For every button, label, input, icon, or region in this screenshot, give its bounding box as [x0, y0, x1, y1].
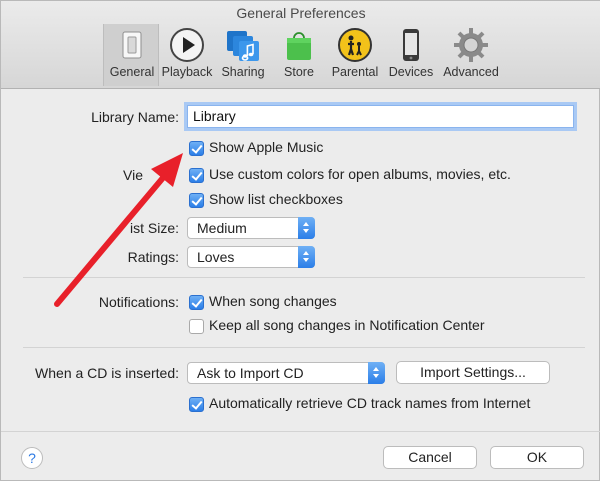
- preferences-toolbar: General Playback Sharing Store Parental …: [103, 24, 503, 86]
- keep-all-label: Keep all song changes in Notification Ce…: [209, 317, 485, 333]
- playback-icon: [170, 28, 204, 62]
- auto-retrieve-checkbox[interactable]: [189, 397, 204, 412]
- library-name-label: Library Name:: [91, 109, 179, 125]
- window-title: General Preferences: [236, 5, 366, 21]
- devices-iphone-icon: [403, 29, 419, 61]
- cancel-button[interactable]: Cancel: [383, 446, 477, 469]
- tab-playback[interactable]: Playback: [159, 24, 215, 86]
- tab-parental[interactable]: Parental: [327, 24, 383, 86]
- help-button[interactable]: ?: [21, 447, 43, 469]
- keep-all-checkbox[interactable]: [189, 319, 204, 334]
- library-name-field[interactable]: Library: [187, 105, 574, 128]
- title-bar: General Preferences General Playback Sha…: [1, 1, 600, 89]
- separator: [23, 277, 585, 278]
- cd-action-value: Ask to Import CD: [197, 365, 304, 381]
- cd-action-popup[interactable]: Ask to Import CD: [187, 362, 385, 384]
- preferences-window: General Preferences General Playback Sha…: [0, 0, 600, 481]
- ok-button[interactable]: OK: [490, 446, 584, 469]
- tab-advanced[interactable]: Advanced: [439, 24, 503, 86]
- song-changes-label: When song changes: [209, 293, 337, 309]
- custom-colors-checkbox[interactable]: [189, 168, 204, 183]
- chevron-updown-icon: [368, 362, 385, 384]
- tab-advanced-label: Advanced: [443, 65, 499, 79]
- ratings-value: Loves: [197, 249, 235, 265]
- chevron-updown-icon: [298, 246, 315, 268]
- cd-inserted-label: When a CD is inserted:: [35, 365, 179, 381]
- list-size-value: Medium: [197, 220, 247, 236]
- list-checkboxes-checkbox[interactable]: [189, 193, 204, 208]
- parental-icon: [338, 28, 372, 62]
- list-size-popup[interactable]: Medium: [187, 217, 315, 239]
- notifications-label: Notifications:: [98, 294, 179, 310]
- views-label: Vie: [123, 167, 143, 183]
- tab-sharing[interactable]: Sharing: [215, 24, 271, 86]
- import-settings-button[interactable]: Import Settings...: [396, 361, 550, 384]
- auto-retrieve-label: Automatically retrieve CD track names fr…: [209, 395, 531, 411]
- separator: [23, 347, 585, 348]
- ratings-popup[interactable]: Loves: [187, 246, 315, 268]
- tab-devices[interactable]: Devices: [383, 24, 439, 86]
- ratings-label: Ratings:: [127, 249, 179, 265]
- general-switch-icon: [122, 31, 142, 59]
- show-apple-music-label: Show Apple Music: [209, 139, 324, 155]
- sharing-icon: [227, 31, 259, 61]
- footer-separator: [1, 431, 600, 432]
- chevron-updown-icon: [298, 217, 315, 239]
- list-size-label: ist Size:: [129, 220, 179, 236]
- tab-store[interactable]: Store: [271, 24, 327, 86]
- song-changes-checkbox[interactable]: [189, 295, 204, 310]
- show-apple-music-checkbox[interactable]: [189, 141, 204, 156]
- list-checkboxes-label: Show list checkboxes: [209, 191, 343, 207]
- advanced-gear-icon: [454, 28, 488, 62]
- custom-colors-label: Use custom colors for open albums, movie…: [209, 166, 511, 182]
- tab-general[interactable]: General: [103, 24, 159, 86]
- store-bag-icon: [287, 32, 311, 60]
